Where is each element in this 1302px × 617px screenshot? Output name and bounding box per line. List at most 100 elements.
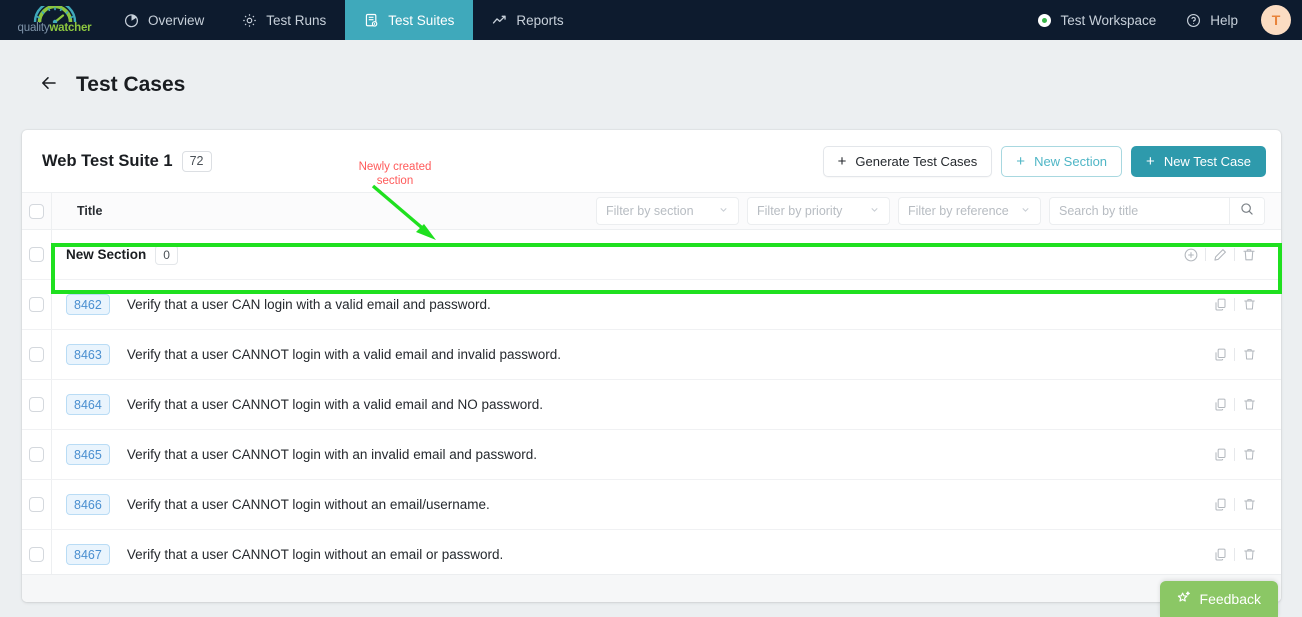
suite-name: Web Test Suite 1 [42,151,173,170]
select-all-cell [22,203,51,219]
chart-line-icon [492,13,507,28]
chevron-down-icon [718,204,729,218]
test-suite-icon [364,13,379,28]
workspace-selector[interactable]: Test Workspace [1023,0,1171,40]
suite-count-badge: 72 [181,150,212,172]
section-row-body: New Section 0 [52,230,1281,279]
sparkle-icon [1177,590,1192,608]
test-case-row[interactable]: 8465 Verify that a user CANNOT login with… [22,430,1281,480]
test-case-id-badge[interactable]: 8462 [66,294,110,315]
test-case-row-body: 8466 Verify that a user CANNOT login with… [52,480,1281,529]
select-all-checkbox[interactable] [29,203,44,219]
help-button[interactable]: Help [1171,0,1253,40]
logo-text-quality: quality [17,22,50,34]
duplicate-test-case-button[interactable] [1206,447,1234,462]
help-circle-icon [1186,13,1201,28]
filter-bar: Filter by section Filter by priority Fil… [596,197,1281,225]
nav-item-overview[interactable]: Overview [105,0,223,40]
test-case-row-actions [1206,497,1281,512]
qualitywatcher-logo[interactable]: qualitywatcher [0,0,105,40]
duplicate-test-case-button[interactable] [1206,347,1234,362]
card-footer [22,574,1281,602]
test-case-select-cell [22,547,51,562]
new-section-label: New Section [1034,153,1108,169]
test-case-id-badge[interactable]: 8467 [66,544,110,565]
test-case-checkbox[interactable] [29,497,44,512]
test-case-id-badge[interactable]: 8463 [66,344,110,365]
feedback-button[interactable]: Feedback [1159,581,1278,617]
test-case-row[interactable]: 8463 Verify that a user CANNOT login with… [22,330,1281,380]
test-case-checkbox[interactable] [29,397,44,412]
test-case-checkbox[interactable] [29,347,44,362]
nav-item-test-runs[interactable]: Test Runs [223,0,345,40]
generate-test-cases-button[interactable]: + Generate Test Cases [822,145,993,177]
test-case-id-badge[interactable]: 8464 [66,394,110,415]
nav-label-test-suites: Test Suites [388,12,455,28]
test-case-select-cell [22,347,51,362]
test-case-checkbox[interactable] [29,447,44,462]
edit-section-button[interactable] [1206,247,1234,263]
delete-test-case-button[interactable] [1235,297,1263,312]
test-case-row-actions [1206,547,1281,562]
test-case-row-actions [1206,347,1281,362]
section-select-cell [22,247,51,262]
duplicate-test-case-button[interactable] [1206,547,1234,562]
duplicate-test-case-button[interactable] [1206,297,1234,312]
section-count-badge: 0 [155,244,178,265]
chevron-down-icon [869,204,880,218]
test-case-row-actions [1206,447,1281,462]
test-case-row[interactable]: 8466 Verify that a user CANNOT login with… [22,480,1281,530]
delete-test-case-button[interactable] [1235,347,1263,362]
card-header-actions: + Generate Test Cases + New Section + Ne… [822,145,1266,177]
section-row-actions [1177,247,1281,263]
nav-label-overview: Overview [148,12,205,28]
section-name: New Section [66,247,147,262]
duplicate-test-case-button[interactable] [1206,497,1234,512]
arrow-left-icon[interactable] [39,73,59,98]
generate-test-cases-label: Generate Test Cases [855,153,978,169]
test-case-checkbox[interactable] [29,297,44,312]
delete-test-case-button[interactable] [1235,497,1263,512]
filter-by-reference-select[interactable]: Filter by reference [898,197,1041,225]
test-case-select-cell [22,497,51,512]
section-row[interactable]: New Section 0 [22,230,1281,280]
new-section-button[interactable]: + New Section [1001,145,1123,177]
search-input[interactable] [1050,198,1229,224]
gear-icon [242,13,257,28]
plus-icon: + [1016,152,1026,170]
test-case-select-cell [22,297,51,312]
test-case-select-cell [22,397,51,412]
delete-section-button[interactable] [1235,247,1263,263]
test-case-checkbox[interactable] [29,547,44,562]
chevron-down-icon [1020,204,1031,218]
test-case-row[interactable]: 8467 Verify that a user CANNOT login with… [22,530,1281,580]
search-button[interactable] [1229,198,1264,224]
test-case-select-cell [22,447,51,462]
delete-test-case-button[interactable] [1235,447,1263,462]
new-test-case-button[interactable]: + New Test Case [1131,145,1266,177]
new-test-case-label: New Test Case [1163,153,1251,169]
test-case-id-badge[interactable]: 8466 [66,494,110,515]
filter-by-section-select[interactable]: Filter by section [596,197,739,225]
test-case-id-badge[interactable]: 8465 [66,444,110,465]
page-header: Test Cases [0,40,1302,130]
filter-by-priority-select[interactable]: Filter by priority [747,197,890,225]
test-case-title: Verify that a user CANNOT login with a v… [126,347,562,362]
nav-item-test-suites[interactable]: Test Suites [345,0,474,40]
test-case-row[interactable]: 8464 Verify that a user CANNOT login with… [22,380,1281,430]
help-label: Help [1210,12,1238,28]
primary-nav-items: Overview Test Runs Test Suites Reports [105,0,583,40]
test-case-title: Verify that a user CANNOT login without … [126,497,490,512]
test-case-title: Verify that a user CAN login with a vali… [126,297,491,312]
user-avatar[interactable]: T [1261,5,1291,35]
test-case-row[interactable]: 8462 Verify that a user CAN login with a … [22,280,1281,330]
add-test-case-to-section-button[interactable] [1177,247,1205,263]
delete-test-case-button[interactable] [1235,397,1263,412]
pie-chart-icon [124,13,139,28]
nav-item-reports[interactable]: Reports [473,0,582,40]
test-case-row-body: 8464 Verify that a user CANNOT login with… [52,380,1281,429]
duplicate-test-case-button[interactable] [1206,397,1234,412]
test-case-title: Verify that a user CANNOT login with a v… [126,397,543,412]
delete-test-case-button[interactable] [1235,547,1263,562]
section-checkbox[interactable] [29,247,44,262]
